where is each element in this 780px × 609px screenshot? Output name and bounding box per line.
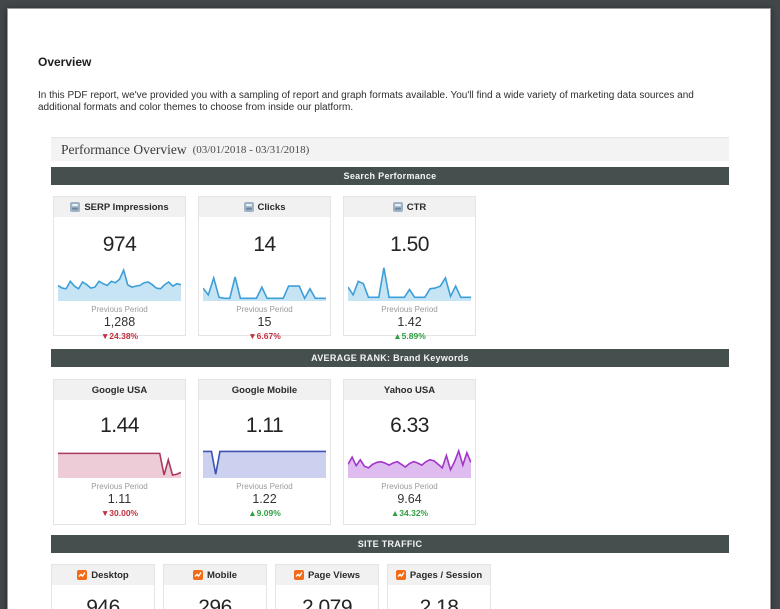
search-console-icon bbox=[393, 202, 403, 212]
metric-card-header: CTR bbox=[344, 197, 475, 217]
metric-card-title: Google Mobile bbox=[232, 385, 297, 396]
metric-card-title: CTR bbox=[407, 202, 427, 213]
sparkline-chart bbox=[348, 263, 471, 301]
page-title: Overview bbox=[38, 55, 91, 69]
metric-value: 2,079 bbox=[276, 596, 378, 609]
previous-period-value: 1,288 bbox=[54, 315, 185, 329]
previous-period-value: 15 bbox=[199, 315, 330, 329]
metric-card-title: Desktop bbox=[91, 570, 128, 581]
change-badge: ▼24.38% bbox=[54, 331, 185, 341]
previous-period-label: Previous Period bbox=[344, 305, 475, 314]
intro-paragraph: In this PDF report, we've provided you w… bbox=[38, 90, 738, 113]
previous-period-value: 1.22 bbox=[199, 492, 330, 506]
change-badge: ▲34.32% bbox=[344, 508, 475, 518]
metric-card-title: SERP Impressions bbox=[84, 202, 168, 213]
metric-value: 1.44 bbox=[54, 414, 185, 438]
metric-card-title: Clicks bbox=[258, 202, 286, 213]
pdf-page: Overview In this PDF report, we've provi… bbox=[7, 8, 771, 609]
sparkline-chart bbox=[348, 448, 471, 478]
previous-period-label: Previous Period bbox=[199, 482, 330, 491]
analytics-icon bbox=[77, 570, 87, 580]
metric-card-header: Mobile bbox=[164, 565, 266, 585]
metric-value: 2.18 bbox=[388, 596, 490, 609]
pdf-viewer-background: { "page": { "heading": "Overview", "intr… bbox=[0, 0, 780, 609]
metric-value: 974 bbox=[54, 233, 185, 257]
metric-value: 296 bbox=[164, 596, 266, 609]
sparkline-chart bbox=[58, 448, 181, 478]
search-console-icon bbox=[70, 202, 80, 212]
change-badge: ▲5.89% bbox=[344, 331, 475, 341]
metric-value: 6.33 bbox=[344, 414, 475, 438]
metric-card-header: Pages / Session bbox=[388, 565, 490, 585]
metric-card-yahoo-usa: Yahoo USA 6.33 Previous Period 9.64 ▲34.… bbox=[343, 379, 476, 525]
previous-period-label: Previous Period bbox=[54, 305, 185, 314]
metric-card-mobile: Mobile 296 bbox=[163, 564, 267, 609]
card-row-site-traffic: Desktop 946 Mobile 296 Page Views 2,079 … bbox=[51, 564, 491, 609]
metric-card-header: Google USA bbox=[54, 380, 185, 400]
sparkline-chart bbox=[203, 263, 326, 301]
metric-value: 946 bbox=[52, 596, 154, 609]
metric-card-pages-per-session: Pages / Session 2.18 bbox=[387, 564, 491, 609]
metric-card-google-mobile: Google Mobile 1.11 Previous Period 1.22 … bbox=[198, 379, 331, 525]
metric-card-header: Page Views bbox=[276, 565, 378, 585]
metric-card-header: Yahoo USA bbox=[344, 380, 475, 400]
section-header-average-rank: AVERAGE RANK: Brand Keywords bbox=[51, 349, 729, 367]
report-title: Performance Overview bbox=[61, 142, 187, 158]
change-badge: ▲9.09% bbox=[199, 508, 330, 518]
previous-period-label: Previous Period bbox=[199, 305, 330, 314]
metric-card-ctr: CTR 1.50 Previous Period 1.42 ▲5.89% bbox=[343, 196, 476, 336]
metric-card-title: Mobile bbox=[207, 570, 237, 581]
card-row-search-performance: SERP Impressions 974 Previous Period 1,2… bbox=[53, 196, 476, 336]
metric-card-title: Google USA bbox=[92, 385, 147, 396]
analytics-icon bbox=[396, 570, 406, 580]
metric-card-header: Clicks bbox=[199, 197, 330, 217]
metric-card-google-usa: Google USA 1.44 Previous Period 1.11 ▼30… bbox=[53, 379, 186, 525]
change-badge: ▼6.67% bbox=[199, 331, 330, 341]
metric-card-header: Google Mobile bbox=[199, 380, 330, 400]
previous-period-value: 1.11 bbox=[54, 492, 185, 506]
metric-card-title: Yahoo USA bbox=[384, 385, 435, 396]
change-badge: ▼30.00% bbox=[54, 508, 185, 518]
section-header-search-performance: Search Performance bbox=[51, 167, 729, 185]
previous-period-value: 9.64 bbox=[344, 492, 475, 506]
previous-period-value: 1.42 bbox=[344, 315, 475, 329]
report-date-range: (03/01/2018 - 03/31/2018) bbox=[193, 144, 310, 156]
sparkline-chart bbox=[203, 448, 326, 478]
card-row-average-rank: Google USA 1.44 Previous Period 1.11 ▼30… bbox=[53, 379, 476, 525]
metric-card-header: Desktop bbox=[52, 565, 154, 585]
analytics-icon bbox=[193, 570, 203, 580]
previous-period-label: Previous Period bbox=[54, 482, 185, 491]
section-header-site-traffic: SITE TRAFFIC bbox=[51, 535, 729, 553]
metric-card-page-views: Page Views 2,079 bbox=[275, 564, 379, 609]
sparkline-chart bbox=[58, 263, 181, 301]
analytics-icon bbox=[294, 570, 304, 580]
metric-value: 1.50 bbox=[344, 233, 475, 257]
search-console-icon bbox=[244, 202, 254, 212]
metric-card-header: SERP Impressions bbox=[54, 197, 185, 217]
metric-value: 1.11 bbox=[199, 414, 330, 438]
metric-card-clicks: Clicks 14 Previous Period 15 ▼6.67% bbox=[198, 196, 331, 336]
metric-card-desktop: Desktop 946 bbox=[51, 564, 155, 609]
metric-card-serp-impressions: SERP Impressions 974 Previous Period 1,2… bbox=[53, 196, 186, 336]
report-header: Performance Overview (03/01/2018 - 03/31… bbox=[51, 137, 729, 161]
metric-card-title: Pages / Session bbox=[410, 570, 482, 581]
metric-card-title: Page Views bbox=[308, 570, 360, 581]
metric-value: 14 bbox=[199, 233, 330, 257]
previous-period-label: Previous Period bbox=[344, 482, 475, 491]
